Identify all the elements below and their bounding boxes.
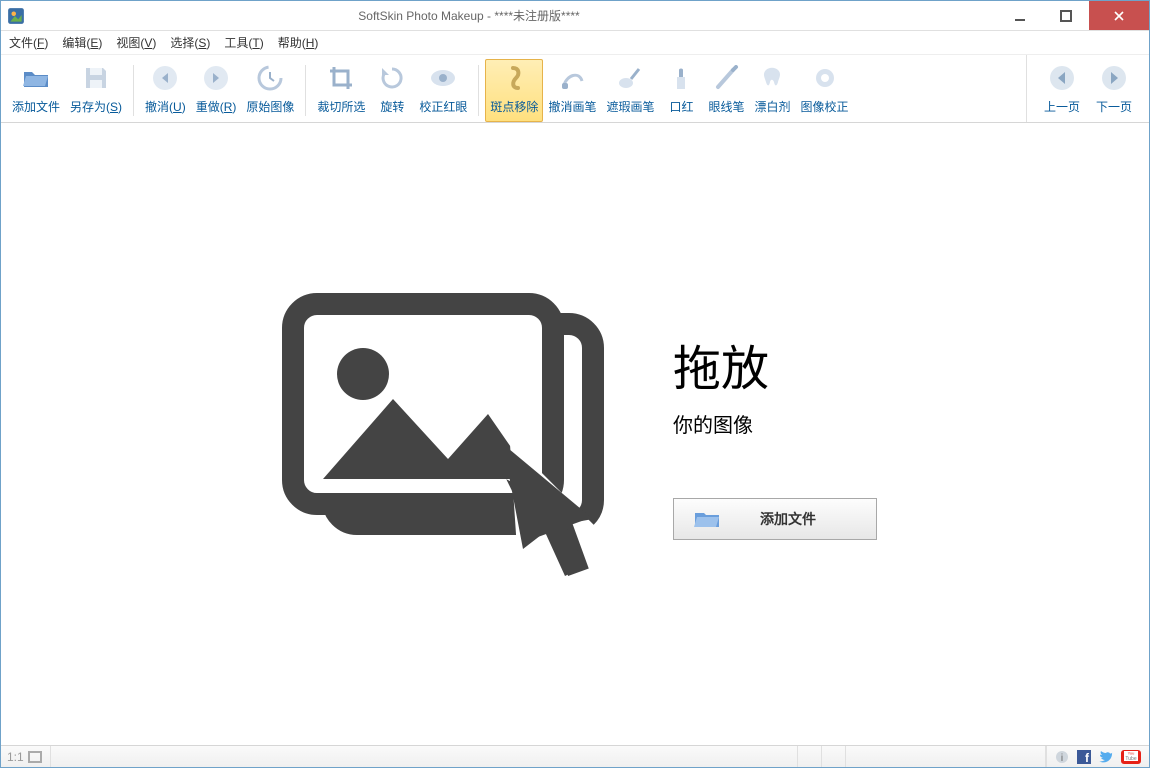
- nav-prev[interactable]: 上一页: [1039, 59, 1085, 122]
- history-icon: [256, 64, 284, 92]
- tool-image-correction[interactable]: 图像校正: [796, 59, 854, 122]
- drop-heading: 拖放: [673, 329, 877, 399]
- minimize-button[interactable]: [997, 1, 1043, 30]
- undo-brush-icon: [558, 64, 586, 92]
- maximize-button[interactable]: [1043, 1, 1089, 30]
- svg-text:You: You: [1128, 750, 1135, 755]
- drop-illustration-icon: [273, 284, 613, 584]
- status-slot-wide: [846, 746, 1046, 767]
- status-slot-1: [798, 746, 822, 767]
- drop-subheading: 你的图像: [673, 409, 877, 438]
- menu-view[interactable]: 视图(V): [116, 34, 156, 51]
- drop-text: 拖放 你的图像 添加文件: [673, 329, 877, 540]
- tool-lipstick[interactable]: 口红: [659, 59, 703, 122]
- tool-eyeliner[interactable]: 眼线笔: [703, 59, 749, 122]
- menu-select[interactable]: 选择(S): [170, 34, 210, 51]
- app-window: SoftSkin Photo Makeup - ****未注册版**** 文件(…: [0, 0, 1150, 768]
- twitter-icon[interactable]: [1099, 750, 1113, 764]
- info-icon[interactable]: i: [1055, 750, 1069, 764]
- nav-next[interactable]: 下一页: [1091, 59, 1137, 122]
- window-controls: [997, 1, 1149, 30]
- eyeliner-icon: [712, 64, 740, 92]
- menubar: 文件(F) 编辑(E) 视图(V) 选择(S) 工具(T) 帮助(H): [1, 31, 1149, 55]
- save-icon: [82, 64, 110, 92]
- tool-redo[interactable]: 重做(R): [191, 59, 242, 122]
- statusbar: 1:1 i f TubeYou: [1, 745, 1149, 767]
- spot-remove-icon: [500, 64, 528, 92]
- undo-icon: [151, 64, 179, 92]
- tool-redeye[interactable]: 校正红眼: [414, 59, 472, 122]
- titlebar: SoftSkin Photo Makeup - ****未注册版****: [1, 1, 1149, 31]
- status-slot-2: [822, 746, 846, 767]
- tool-rotate[interactable]: 旋转: [370, 59, 414, 122]
- facebook-icon[interactable]: f: [1077, 750, 1091, 764]
- tool-undo[interactable]: 撤消(U): [140, 59, 191, 122]
- main-canvas: 拖放 你的图像 添加文件: [1, 123, 1149, 745]
- status-zoom[interactable]: 1:1: [1, 746, 51, 767]
- next-icon: [1100, 64, 1128, 92]
- toolbar: 添加文件 另存为(S) 撤消(U) 重做(R): [1, 55, 1149, 123]
- fit-screen-icon: [28, 750, 42, 764]
- menu-tools[interactable]: 工具(T): [224, 34, 263, 51]
- menu-file[interactable]: 文件(F): [9, 34, 48, 51]
- window-title: SoftSkin Photo Makeup - ****未注册版****: [31, 7, 997, 24]
- app-icon: [7, 7, 25, 25]
- concealer-icon: [616, 64, 644, 92]
- tool-crop[interactable]: 裁切所选: [312, 59, 370, 122]
- toolbar-separator: [305, 65, 306, 116]
- tooth-icon: [758, 64, 786, 92]
- nav-group: 上一页 下一页: [1026, 55, 1149, 122]
- youtube-icon[interactable]: TubeYou: [1121, 750, 1141, 764]
- rotate-icon: [378, 64, 406, 92]
- tool-undo-brush[interactable]: 撤消画笔: [543, 59, 601, 122]
- close-button[interactable]: [1089, 1, 1149, 30]
- toolbar-separator: [133, 65, 134, 116]
- toolbar-separator: [478, 65, 479, 116]
- svg-text:Tube: Tube: [1125, 756, 1136, 762]
- tool-save-as[interactable]: 另存为(S): [65, 59, 127, 122]
- tool-add-files[interactable]: 添加文件: [7, 59, 65, 122]
- menu-help[interactable]: 帮助(H): [278, 34, 319, 51]
- drop-area[interactable]: 拖放 你的图像 添加文件: [273, 284, 877, 584]
- crop-icon: [327, 64, 355, 92]
- redo-icon: [202, 64, 230, 92]
- folder-open-icon: [22, 64, 50, 92]
- gear-icon: [811, 64, 839, 92]
- prev-icon: [1048, 64, 1076, 92]
- folder-icon: [694, 509, 720, 529]
- svg-text:i: i: [1061, 753, 1063, 764]
- lipstick-icon: [667, 64, 695, 92]
- redeye-icon: [429, 64, 457, 92]
- tool-bleach[interactable]: 漂白剂: [749, 59, 795, 122]
- add-files-button[interactable]: 添加文件: [673, 498, 877, 540]
- tool-original-image[interactable]: 原始图像: [241, 59, 299, 122]
- tool-concealer-brush[interactable]: 遮瑕画笔: [601, 59, 659, 122]
- menu-edit[interactable]: 编辑(E): [62, 34, 102, 51]
- tool-spot-remove[interactable]: 斑点移除: [485, 59, 543, 122]
